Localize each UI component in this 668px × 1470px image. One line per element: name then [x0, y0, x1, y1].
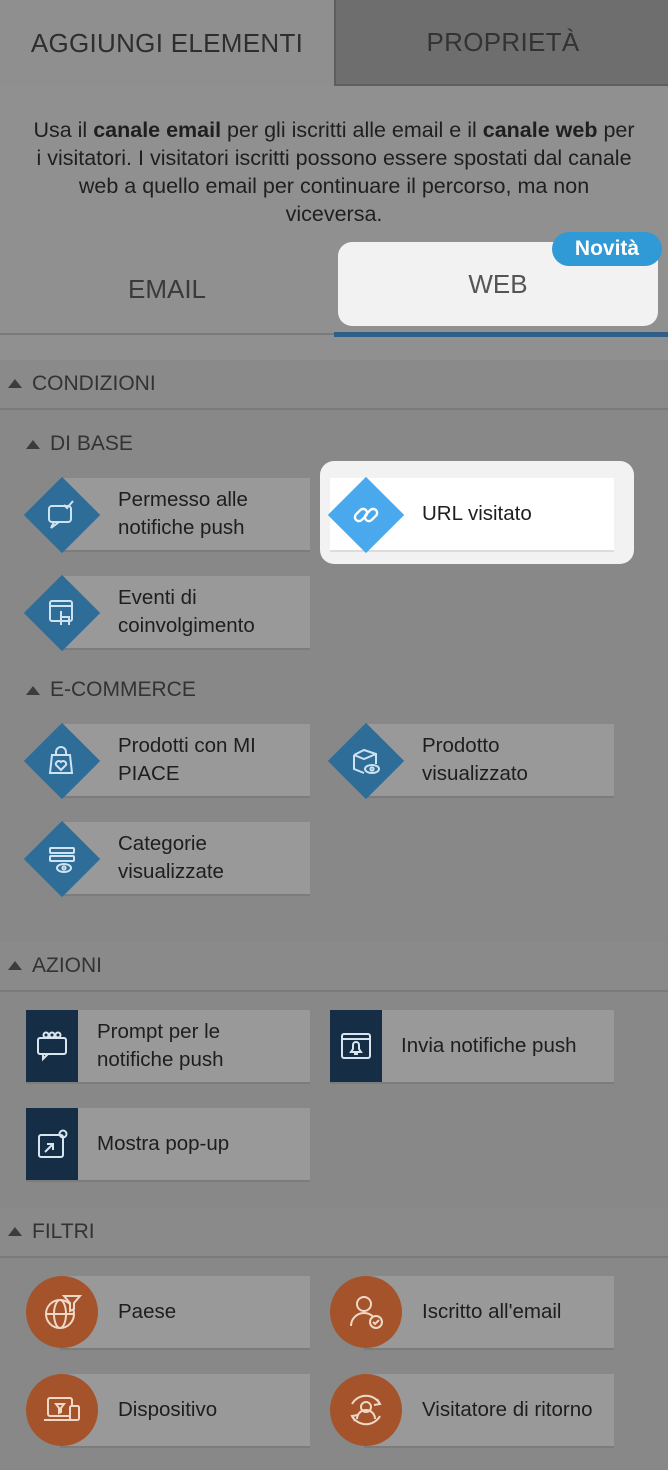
user-check-icon [330, 1276, 402, 1348]
intro-part-2: per gli iscritti alle email e il [221, 118, 483, 142]
user-return-icon [330, 1374, 402, 1446]
channel-web-active-indicator [334, 332, 668, 337]
condition-label: Permesso alle notifiche push [118, 488, 248, 539]
collapse-arrow-icon [8, 1227, 22, 1236]
bell-window-icon [330, 1010, 382, 1082]
condition-label: Prodotti con MI PIACE [118, 734, 256, 785]
popup-icon [26, 1108, 78, 1180]
collapse-arrow-icon [26, 686, 40, 695]
conditions-title: CONDIZIONI [32, 372, 156, 395]
action-label: Invia notifiche push [401, 1034, 577, 1057]
link-icon [339, 488, 393, 542]
new-badge: Novità [552, 232, 662, 266]
intro-text: Usa il canale email per gli iscritti all… [30, 116, 638, 228]
condition-label: Prodotto visualizzato [422, 734, 528, 785]
condition-label: Eventi di coinvolgimento [118, 586, 255, 637]
intro-bold-web: canale web [482, 118, 598, 142]
action-push-prompt[interactable]: Prompt per le notifiche push [26, 1010, 310, 1084]
tab-properties[interactable]: PROPRIETÀ [334, 0, 668, 86]
device-icon [26, 1374, 98, 1446]
condition-label: URL visitato [422, 502, 532, 525]
basic-title: DI BASE [50, 432, 133, 455]
channel-tab-email[interactable]: EMAIL [0, 246, 334, 332]
intro-bold-email: canale email [93, 118, 222, 142]
action-show-popup[interactable]: Mostra pop-up [26, 1108, 310, 1182]
filter-label: Dispositivo [118, 1398, 218, 1421]
box-eye-icon [339, 734, 393, 788]
prompt-icon [26, 1010, 78, 1082]
actions-header[interactable]: AZIONI [0, 942, 668, 992]
tab-add-elements[interactable]: AGGIUNGI ELEMENTI [0, 0, 334, 86]
chat-check-icon [35, 488, 89, 542]
action-label: Prompt per le notifiche push [97, 1020, 224, 1071]
intro-part-1: Usa il [33, 118, 94, 142]
collapse-arrow-icon [8, 379, 22, 388]
collapse-arrow-icon [8, 961, 22, 970]
filter-label: Iscritto all'email [422, 1300, 562, 1323]
condition-label: Categorie visualizzate [118, 832, 224, 883]
filter-label: Paese [118, 1300, 177, 1323]
action-label: Mostra pop-up [97, 1132, 230, 1155]
bag-heart-icon [35, 734, 89, 788]
top-tabs: AGGIUNGI ELEMENTI PROPRIETÀ [0, 0, 668, 86]
globe-filter-icon [26, 1276, 98, 1348]
list-eye-icon [35, 832, 89, 886]
ecommerce-title: E-COMMERCE [50, 678, 196, 701]
filters-header[interactable]: FILTRI [0, 1208, 668, 1258]
action-send-push[interactable]: Invia notifiche push [330, 1010, 614, 1084]
tap-icon [35, 586, 89, 640]
filters-title: FILTRI [32, 1220, 95, 1243]
conditions-header[interactable]: CONDIZIONI [0, 360, 668, 410]
channel-divider [0, 333, 334, 335]
actions-title: AZIONI [32, 954, 103, 977]
filter-label: Visitatore di ritorno [422, 1398, 593, 1421]
collapse-arrow-icon [26, 440, 40, 449]
